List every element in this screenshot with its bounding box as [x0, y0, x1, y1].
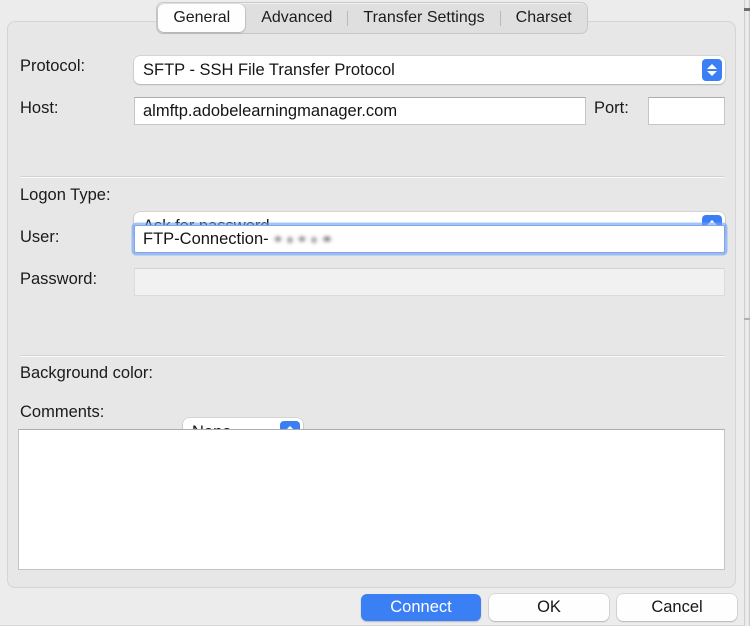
host-row: Host:	[20, 99, 59, 118]
port-input[interactable]	[648, 97, 725, 125]
protocol-label: Protocol:	[20, 57, 86, 75]
comments-label: Comments:	[20, 403, 105, 421]
tab-strip: General Advanced Transfer Settings Chars…	[156, 2, 588, 34]
user-label: User:	[20, 228, 60, 246]
ok-button[interactable]: OK	[489, 594, 609, 621]
user-input-value: FTP-Connection-	[143, 229, 269, 248]
dialog-button-bar: Connect OK Cancel	[0, 588, 744, 626]
background-color-label: Background color:	[20, 364, 153, 382]
user-row: User:	[20, 228, 59, 247]
window-edge-notch	[744, 8, 750, 11]
host-label: Host:	[20, 99, 59, 117]
comments-textarea[interactable]	[18, 429, 725, 570]
protocol-row: Protocol:	[20, 57, 85, 76]
password-input[interactable]	[134, 268, 725, 296]
port-label: Port:	[594, 99, 629, 117]
general-tab-panel: Protocol: SFTP - SSH File Transfer Proto…	[7, 21, 736, 588]
tab-transfer-settings[interactable]: Transfer Settings	[348, 4, 499, 32]
redacted-text-blur	[269, 231, 338, 247]
window-edge-notch	[744, 318, 750, 320]
protocol-value: SFTP - SSH File Transfer Protocol	[143, 60, 395, 79]
background-color-row: Background color:	[20, 364, 153, 383]
tab-advanced[interactable]: Advanced	[246, 4, 347, 32]
comments-row: Comments:	[20, 403, 104, 422]
password-label: Password:	[20, 270, 98, 288]
chevron-up-down-icon[interactable]	[702, 59, 722, 81]
section-divider	[20, 355, 725, 356]
protocol-select[interactable]: SFTP - SSH File Transfer Protocol	[134, 56, 725, 84]
section-divider	[20, 176, 725, 177]
host-input[interactable]: almftp.adobelearningmanager.com	[134, 97, 586, 125]
tab-charset[interactable]: Charset	[501, 4, 587, 32]
cancel-button[interactable]: Cancel	[617, 594, 737, 621]
connect-button[interactable]: Connect	[361, 594, 481, 621]
logon-type-label: Logon Type:	[20, 186, 111, 204]
tab-general[interactable]: General	[158, 4, 246, 32]
underlying-window-edge	[744, 0, 750, 626]
password-row: Password:	[20, 270, 97, 289]
user-input[interactable]: FTP-Connection-	[134, 225, 725, 253]
port-row: Port:	[594, 99, 629, 118]
logon-type-row: Logon Type:	[20, 186, 111, 205]
